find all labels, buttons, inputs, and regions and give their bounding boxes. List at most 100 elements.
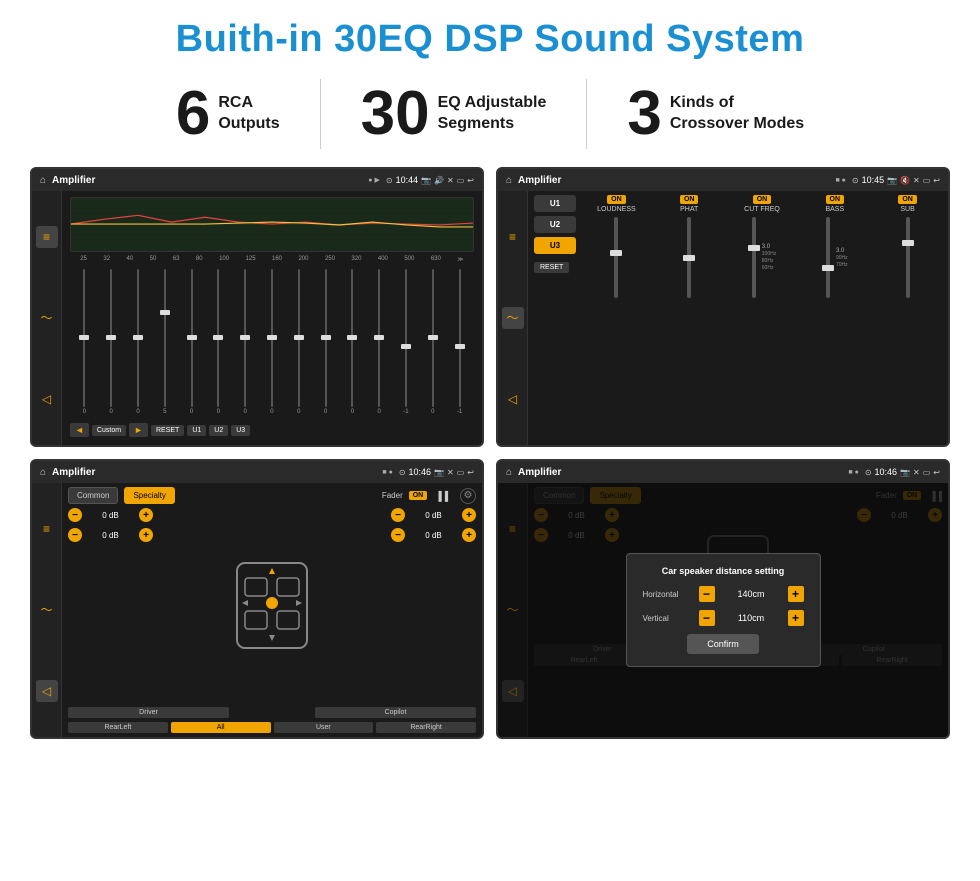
db-plus-rr[interactable]: + xyxy=(462,528,476,542)
x-icon-4: ✕ xyxy=(913,468,920,477)
eq-u3-button[interactable]: U3 xyxy=(231,425,250,436)
screen-crossover-topbar: ⌂ Amplifier ■ ● ⊙ 10:45 📷 🔇 ✕ ▭ ↩ xyxy=(498,169,948,191)
common-tab[interactable]: Common xyxy=(68,487,118,504)
x-icon-2: ✕ xyxy=(913,176,920,185)
u1-button[interactable]: U1 xyxy=(534,195,576,212)
eq-slider-4[interactable]: 0 xyxy=(179,269,204,415)
screen-crossover-content: ≡ 〜 ◁ U1 U2 U3 RESET O xyxy=(498,191,948,445)
screen-eq-time: 10:44 xyxy=(396,175,419,185)
screen-fader: ⌂ Amplifier ■ ● ⊙ 10:46 📷 ✕ ▭ ↩ ≡ 〜 ◁ xyxy=(30,459,484,739)
control-sub: ON SUB xyxy=(873,195,942,300)
screen-crossover-title: Amplifier xyxy=(518,175,829,186)
eq-u1-button[interactable]: U1 xyxy=(187,425,206,436)
eq-slider-13[interactable]: 0 xyxy=(420,269,445,415)
screen-eq: ⌂ Amplifier ● ▶ ⊙ 10:44 📷 🔊 ✕ ▭ ↩ ≡ 〜 ◁ xyxy=(30,167,484,447)
eq-prev-button[interactable]: ◄ xyxy=(70,423,89,437)
speaker-icon[interactable]: ◁ xyxy=(36,388,58,410)
screen-dialog: ⌂ Amplifier ■ ● ⊙ 10:46 📷 ✕ ▭ ↩ ≡ 〜 ◁ xyxy=(496,459,950,739)
eq-slider-3[interactable]: 5 xyxy=(152,269,177,415)
bass-on-badge[interactable]: ON xyxy=(826,195,845,204)
wave-icon[interactable]: 〜 xyxy=(36,307,58,329)
db-minus-rl[interactable]: − xyxy=(68,528,82,542)
wave-icon-2[interactable]: 〜 xyxy=(502,307,524,329)
topbar-icons-2: ⊙ 10:45 📷 🔇 ✕ ▭ ↩ xyxy=(852,175,940,185)
camera-icon-2: 📷 xyxy=(887,176,897,185)
screens-grid: ⌂ Amplifier ● ▶ ⊙ 10:44 📷 🔊 ✕ ▭ ↩ ≡ 〜 ◁ xyxy=(30,167,950,739)
stat-rca-number: 6 xyxy=(176,83,210,145)
eq-slider-6[interactable]: 0 xyxy=(233,269,258,415)
location-icon-2: ⊙ xyxy=(852,176,859,185)
db-control-fr: − 0 dB + xyxy=(391,508,476,522)
screen-dialog-time: 10:46 xyxy=(875,467,898,477)
eq-slider-7[interactable]: 0 xyxy=(260,269,285,415)
sub-on-badge[interactable]: ON xyxy=(898,195,917,204)
eq-slider-5[interactable]: 0 xyxy=(206,269,231,415)
fader-label: Fader xyxy=(382,491,403,500)
back-icon-3: ↩ xyxy=(467,468,474,477)
u3-button[interactable]: U3 xyxy=(534,237,576,254)
side-controls-2: ≡ 〜 ◁ xyxy=(498,191,528,445)
eq-slider-11[interactable]: 0 xyxy=(367,269,392,415)
u2-button[interactable]: U2 xyxy=(534,216,576,233)
horizontal-minus-button[interactable]: − xyxy=(699,586,715,602)
speaker-icon-3[interactable]: ◁ xyxy=(36,680,58,702)
eq-slider-0[interactable]: 0 xyxy=(72,269,97,415)
stat-rca-text: RCA Outputs xyxy=(218,93,279,135)
eq-icon-2[interactable]: ≡ xyxy=(502,226,524,248)
eq-slider-8[interactable]: 0 xyxy=(286,269,311,415)
specialty-tab[interactable]: Specialty xyxy=(124,487,174,504)
x-icon-3: ✕ xyxy=(447,468,454,477)
eq-icon-3[interactable]: ≡ xyxy=(36,518,58,540)
eq-slider-2[interactable]: 0 xyxy=(126,269,151,415)
user-button[interactable]: User xyxy=(274,722,374,733)
all-button[interactable]: All xyxy=(171,722,271,733)
driver-button[interactable]: Driver xyxy=(68,707,229,718)
eq-slider-12[interactable]: -1 xyxy=(394,269,419,415)
eq-slider-14[interactable]: -1 xyxy=(447,269,472,415)
screen-eq-topbar: ⌂ Amplifier ● ▶ ⊙ 10:44 📷 🔊 ✕ ▭ ↩ xyxy=(32,169,482,191)
cutfreq-on-badge[interactable]: ON xyxy=(753,195,772,204)
eq-slider-10[interactable]: 0 xyxy=(340,269,365,415)
fader-on-toggle[interactable]: ON xyxy=(409,491,428,500)
vertical-row: Vertical − 110cm + xyxy=(643,610,804,626)
back-icon-2: ↩ xyxy=(933,176,940,185)
db-minus-fl[interactable]: − xyxy=(68,508,82,522)
confirm-button[interactable]: Confirm xyxy=(687,634,759,654)
copilot-button[interactable]: Copilot xyxy=(315,707,476,718)
db-plus-fl[interactable]: + xyxy=(139,508,153,522)
settings-icon[interactable]: ⚙ xyxy=(460,488,476,504)
crossover-reset-button[interactable]: RESET xyxy=(534,262,569,273)
vertical-plus-button[interactable]: + xyxy=(788,610,804,626)
eq-custom-button[interactable]: Custom xyxy=(92,425,126,436)
eq-icon[interactable]: ≡ xyxy=(36,226,58,248)
horizontal-value: 140cm xyxy=(721,589,782,599)
cutfreq-label: CUT FREQ xyxy=(744,206,780,213)
screen-fader-content: ≡ 〜 ◁ Common Specialty Fader ON ▐▐ ⚙ xyxy=(32,483,482,737)
dot-icon-3: ■ ● xyxy=(382,469,392,476)
stat-crossover-text: Kinds of Crossover Modes xyxy=(670,93,804,135)
crossover-left: U1 U2 U3 RESET xyxy=(534,195,576,441)
vertical-minus-button[interactable]: − xyxy=(699,610,715,626)
eq-slider-9[interactable]: 0 xyxy=(313,269,338,415)
db-plus-fr[interactable]: + xyxy=(462,508,476,522)
loudness-on-badge[interactable]: ON xyxy=(607,195,626,204)
rearright-button[interactable]: RearRight xyxy=(376,722,476,733)
horizontal-plus-button[interactable]: + xyxy=(788,586,804,602)
eq-slider-1[interactable]: 0 xyxy=(99,269,124,415)
phat-on-badge[interactable]: ON xyxy=(680,195,699,204)
db-plus-rl[interactable]: + xyxy=(139,528,153,542)
speaker-icon-2[interactable]: ◁ xyxy=(502,388,524,410)
stat-eq-number: 30 xyxy=(361,83,430,145)
camera-icon-4: 📷 xyxy=(900,468,910,477)
wave-icon-3[interactable]: 〜 xyxy=(36,599,58,621)
eq-u2-button[interactable]: U2 xyxy=(209,425,228,436)
db-minus-fr[interactable]: − xyxy=(391,508,405,522)
back-icon-4: ↩ xyxy=(933,468,940,477)
vertical-value: 110cm xyxy=(721,613,782,623)
eq-next-button[interactable]: ► xyxy=(129,423,148,437)
eq-reset-button[interactable]: RESET xyxy=(151,425,184,436)
control-cutfreq: ON CUT FREQ 3.0 100Hz xyxy=(728,195,797,300)
rearleft-button[interactable]: RearLeft xyxy=(68,722,168,733)
dialog-title: Car speaker distance setting xyxy=(643,566,804,576)
db-minus-rr[interactable]: − xyxy=(391,528,405,542)
